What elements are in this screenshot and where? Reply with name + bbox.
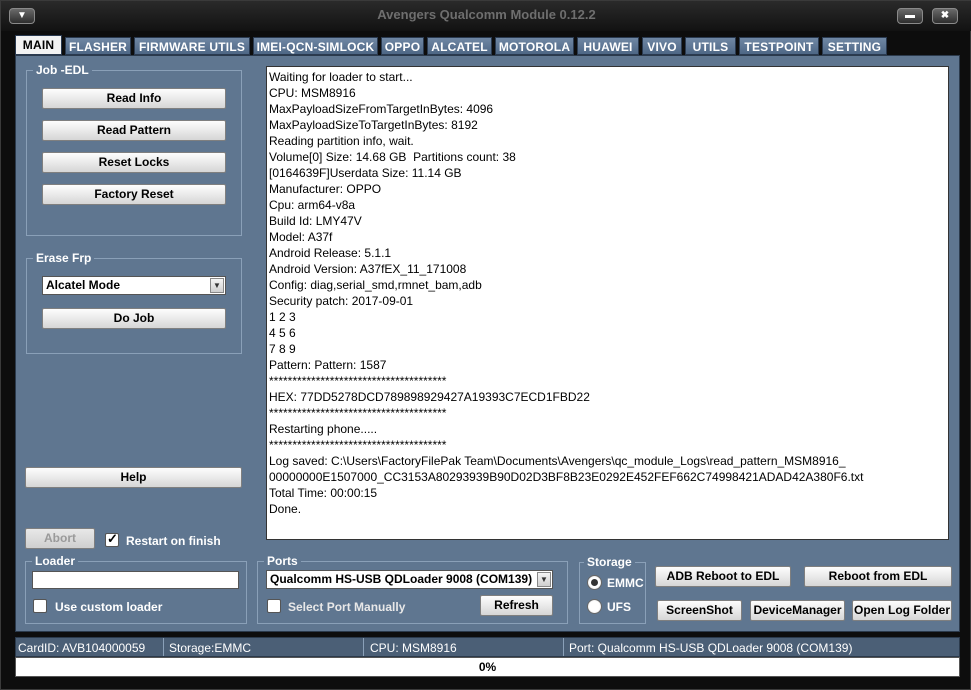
log-line: Restarting phone..... [269, 422, 378, 436]
log-line: Config: diag,serial_smd,rmnet_bam,adb [269, 278, 482, 292]
job-edl-title: Job -EDL [33, 63, 92, 77]
ufs-label: UFS [607, 600, 631, 614]
emmc-label: EMMC [607, 576, 644, 590]
ufs-radio[interactable] [587, 599, 602, 614]
progress-bar: 0% [15, 657, 960, 677]
log-line: Cpu: arm64-v8a [269, 198, 356, 212]
use-custom-loader-label: Use custom loader [55, 600, 163, 614]
tab-main[interactable]: MAIN [15, 35, 62, 55]
main-panel: Job -EDL Read Info Read Pattern Reset Lo… [15, 55, 960, 632]
ports-group: Ports Qualcomm HS-USB QDLoader 9008 (COM… [257, 554, 568, 624]
refresh-button[interactable]: Refresh [480, 595, 553, 616]
log-line: Waiting for loader to start... [269, 70, 413, 84]
status-separator [363, 638, 364, 656]
loader-group: Loader Use custom loader [25, 554, 247, 624]
storage-group: Storage EMMC UFS [579, 555, 646, 624]
log-line: Build Id: LMY47V [269, 214, 362, 228]
tab-vivo[interactable]: VIVO [642, 37, 682, 55]
log-line: [0164639F]Userdata Size: 11.14 GB [269, 166, 462, 180]
read-info-button[interactable]: Read Info [42, 88, 226, 109]
tab-motorola[interactable]: MOTOROLA [495, 37, 574, 55]
log-line: Android Release: 5.1.1 [269, 246, 392, 260]
use-custom-loader-checkbox[interactable] [33, 599, 47, 613]
log-line: Manufacturer: OPPO [269, 182, 382, 196]
tab-utils[interactable]: UTILS [685, 37, 736, 55]
log-line: CPU: MSM8916 [269, 86, 356, 100]
close-icon[interactable]: ✖ [932, 8, 958, 24]
screenshot-button[interactable]: ScreenShot [657, 600, 742, 621]
open-log-folder-button[interactable]: Open Log Folder [852, 600, 952, 621]
select-port-manually-checkbox[interactable] [267, 599, 281, 613]
read-pattern-button[interactable]: Read Pattern [42, 120, 226, 141]
status-cpu: CPU: MSM8916 [370, 641, 457, 655]
log-line: HEX: 77DD5278DCD789898929427A19393C7ECD1… [269, 390, 590, 404]
tab-firmware-utils[interactable]: FIRMWARE UTILS [134, 37, 250, 55]
factory-reset-button[interactable]: Factory Reset [42, 184, 226, 205]
minimize-icon[interactable]: ▬ [897, 8, 923, 24]
erase-frp-title: Erase Frp [33, 251, 95, 265]
log-line: ************************************** [269, 374, 447, 388]
window-title: Avengers Qualcomm Module 0.12.2 [377, 7, 596, 22]
erase-frp-group: Erase Frp Alcatel Mode ▼ Do Job [26, 251, 242, 354]
reboot-from-edl-button[interactable]: Reboot from EDL [804, 566, 952, 587]
restart-on-finish-checkbox[interactable] [105, 531, 119, 547]
select-port-manually-label: Select Port Manually [288, 600, 406, 614]
adb-reboot-to-edl-button[interactable]: ADB Reboot to EDL [655, 566, 791, 587]
device-manager-button[interactable]: DeviceManager [750, 600, 845, 621]
status-card-id: CardID: AVB104000059 [18, 641, 146, 655]
reset-locks-button[interactable]: Reset Locks [42, 152, 226, 173]
port-select[interactable]: Qualcomm HS-USB QDLoader 9008 (COM139) ▼ [266, 570, 553, 589]
chevron-down-icon[interactable]: ▼ [537, 572, 551, 587]
loader-path-input[interactable] [32, 571, 239, 589]
log-output[interactable]: Waiting for loader to start... CPU: MSM89… [266, 66, 949, 540]
log-line: 00000000E1507000_CC3153A80293939B90D02D3… [269, 470, 864, 484]
log-line: ************************************** [269, 438, 447, 452]
log-line: 4 5 6 [269, 326, 296, 340]
restart-on-finish-label: Restart on finish [126, 534, 221, 548]
title-bar: ▼ Avengers Qualcomm Module 0.12.2 ▬ ✖ [1, 1, 971, 31]
status-separator [563, 638, 564, 656]
status-port: Port: Qualcomm HS-USB QDLoader 9008 (COM… [569, 641, 853, 655]
do-job-button[interactable]: Do Job [42, 308, 226, 329]
log-line: Done. [269, 502, 302, 516]
tab-flasher[interactable]: FLASHER [65, 37, 131, 55]
log-line: Reading partition info, wait. [269, 134, 414, 148]
status-separator [163, 638, 164, 656]
help-button[interactable]: Help [25, 467, 242, 488]
log-line: MaxPayloadSizeToTargetInBytes: 8192 [269, 118, 478, 132]
log-line: ************************************** [269, 406, 447, 420]
storage-title: Storage [584, 555, 635, 569]
ports-title: Ports [264, 554, 301, 568]
loader-title: Loader [32, 554, 79, 568]
emmc-radio[interactable] [587, 575, 602, 590]
status-bar: CardID: AVB104000059 Storage:EMMC CPU: M… [15, 637, 960, 657]
log-line: Model: A37f [269, 230, 333, 244]
log-line: Total Time: 00:00:15 [269, 486, 378, 500]
chevron-down-icon[interactable]: ▼ [210, 278, 224, 293]
log-line: Security patch: 2017-09-01 [269, 294, 414, 308]
port-select-value: Qualcomm HS-USB QDLoader 9008 (COM139) [270, 572, 533, 586]
tab-alcatel[interactable]: ALCATEL [427, 37, 492, 55]
log-line: MaxPayloadSizeFromTargetInBytes: 4096 [269, 102, 494, 116]
log-line: Android Version: A37fEX_11_171008 [269, 262, 467, 276]
log-line: 7 8 9 [269, 342, 296, 356]
status-storage: Storage:EMMC [169, 641, 252, 655]
log-line: Pattern: Pattern: 1587 [269, 358, 387, 372]
tab-imei-qcn-simlock[interactable]: IMEI-QCN-SIMLOCK [253, 37, 378, 55]
job-edl-group: Job -EDL Read Info Read Pattern Reset Lo… [26, 63, 242, 236]
tab-testpoint[interactable]: TESTPOINT [739, 37, 819, 55]
tab-huawei[interactable]: HUAWEI [577, 37, 639, 55]
log-line: Log saved: C:\Users\FactoryFilePak Team\… [269, 454, 846, 468]
progress-label: 0% [478, 660, 497, 674]
log-line: Volume[0] Size: 14.68 GB Partitions coun… [269, 150, 516, 164]
log-line: 1 2 3 [269, 310, 296, 324]
abort-button[interactable]: Abort [25, 528, 95, 549]
tab-oppo[interactable]: OPPO [381, 37, 424, 55]
frp-mode-select[interactable]: Alcatel Mode ▼ [42, 276, 226, 295]
frp-mode-value: Alcatel Mode [46, 278, 121, 292]
app-window: ▼ Avengers Qualcomm Module 0.12.2 ▬ ✖ MA… [0, 0, 971, 690]
tab-setting[interactable]: SETTING [822, 37, 887, 55]
